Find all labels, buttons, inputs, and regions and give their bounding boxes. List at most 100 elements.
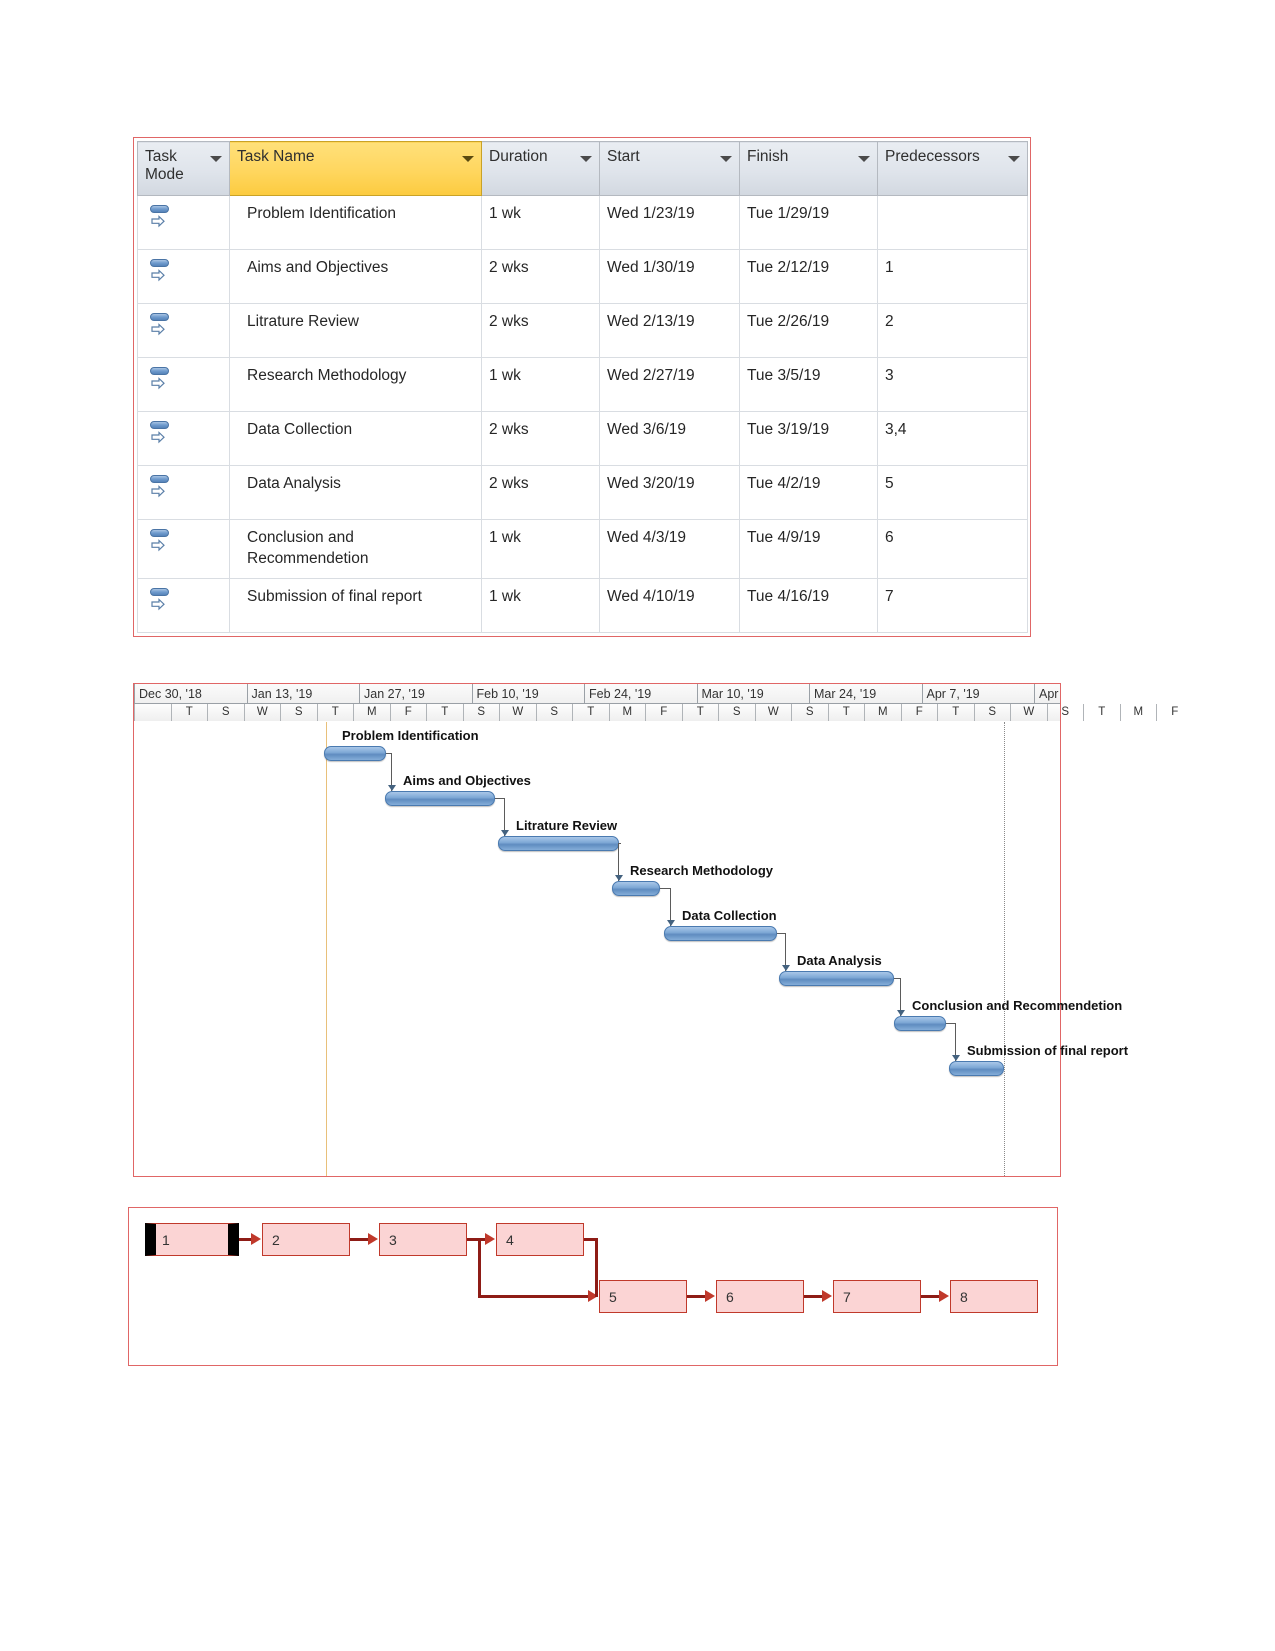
- cell-duration[interactable]: 2 wks: [481, 411, 600, 466]
- cell-duration[interactable]: 1 wk: [481, 578, 600, 633]
- cell-task-mode[interactable]: [137, 465, 230, 520]
- column-header-label: Task Mode: [145, 148, 184, 183]
- cell-duration[interactable]: 1 wk: [481, 519, 600, 579]
- column-header-finish[interactable]: Finish: [739, 141, 878, 196]
- cell-finish[interactable]: Tue 3/19/19: [739, 411, 878, 466]
- cell-finish[interactable]: Tue 4/9/19: [739, 519, 878, 579]
- cell-finish[interactable]: Tue 3/5/19: [739, 357, 878, 412]
- column-header-start[interactable]: Start: [599, 141, 740, 196]
- timescale-week-label: Jan 27, '19: [359, 684, 472, 704]
- timescale-day-label: S: [535, 704, 573, 721]
- gantt-bar[interactable]: [894, 1016, 946, 1031]
- network-node[interactable]: 1: [145, 1223, 239, 1256]
- gantt-bar[interactable]: [664, 926, 777, 941]
- timescale-week-label: Feb 24, '19: [584, 684, 697, 704]
- network-node[interactable]: 5: [599, 1280, 687, 1313]
- table-row[interactable]: Research Methodology 1 wk Wed 2/27/19 Tue 3…: [137, 357, 1028, 412]
- network-node-label: 3: [389, 1232, 397, 1248]
- chevron-down-icon[interactable]: [580, 156, 592, 162]
- cell-predecessors[interactable]: 3: [877, 357, 1028, 412]
- cell-duration[interactable]: 2 wks: [481, 249, 600, 304]
- table-row[interactable]: Data Collection 2 wks Wed 3/6/19 Tue 3/19/1…: [137, 411, 1028, 466]
- column-header-duration[interactable]: Duration: [481, 141, 600, 196]
- gantt-bar[interactable]: [324, 746, 386, 761]
- column-header-task-mode[interactable]: Task Mode: [137, 141, 230, 196]
- cell-task-name[interactable]: Conclusion and Recommendetion: [229, 519, 482, 579]
- network-arrow-icon: [822, 1289, 832, 1302]
- cell-task-name[interactable]: Research Methodology: [229, 357, 482, 412]
- cell-start[interactable]: Wed 3/20/19: [599, 465, 740, 520]
- chevron-down-icon[interactable]: [1008, 156, 1020, 162]
- cell-start[interactable]: Wed 3/6/19: [599, 411, 740, 466]
- gantt-bar[interactable]: [949, 1061, 1004, 1076]
- timescale-day-label: F: [1156, 704, 1193, 721]
- cell-task-mode[interactable]: [137, 195, 230, 250]
- table-row[interactable]: Conclusion and Recommendetion 1 wk Wed 4/3…: [137, 519, 1028, 579]
- cell-finish[interactable]: Tue 1/29/19: [739, 195, 878, 250]
- gantt-bar[interactable]: [385, 791, 495, 806]
- cell-finish[interactable]: Tue 2/26/19: [739, 303, 878, 358]
- table-row[interactable]: Problem Identification 1 wk Wed 1/23/19 Tue…: [137, 195, 1028, 250]
- cell-task-mode[interactable]: [137, 578, 230, 633]
- timescale-day-label: S: [207, 704, 244, 721]
- chevron-down-icon[interactable]: [858, 156, 870, 162]
- table-row[interactable]: Submission of final report 1 wk Wed 4/10/1…: [137, 578, 1028, 633]
- cell-finish[interactable]: Tue 4/16/19: [739, 578, 878, 633]
- cell-predecessors[interactable]: 2: [877, 303, 1028, 358]
- task-name-text: Aims and Objectives: [247, 259, 389, 276]
- cell-predecessors[interactable]: 7: [877, 578, 1028, 633]
- cell-task-name[interactable]: Litrature Review: [229, 303, 482, 358]
- gantt-bar[interactable]: [498, 836, 619, 851]
- gantt-bar[interactable]: [612, 881, 660, 896]
- timescale-day-label: T: [572, 704, 609, 721]
- table-row[interactable]: Litrature Review 2 wks Wed 2/13/19 Tue 2/26…: [137, 303, 1028, 358]
- cell-task-mode[interactable]: [137, 249, 230, 304]
- cell-task-name[interactable]: Problem Identification: [229, 195, 482, 250]
- cell-start[interactable]: Wed 4/10/19: [599, 578, 740, 633]
- timescale-day-label: W: [499, 704, 536, 721]
- cell-task-mode[interactable]: [137, 411, 230, 466]
- cell-task-name[interactable]: Data Analysis: [229, 465, 482, 520]
- network-node[interactable]: 6: [716, 1280, 804, 1313]
- table-row[interactable]: Data Analysis 2 wks Wed 3/20/19 Tue 4/2/19 5: [137, 465, 1028, 520]
- cell-start[interactable]: Wed 2/27/19: [599, 357, 740, 412]
- cell-task-mode[interactable]: [137, 357, 230, 412]
- column-header-label: Start: [607, 148, 640, 165]
- column-header-task-name[interactable]: Task Name: [229, 141, 482, 196]
- cell-task-name[interactable]: Submission of final report: [229, 578, 482, 633]
- network-node[interactable]: 2: [262, 1223, 350, 1256]
- network-node[interactable]: 8: [950, 1280, 1038, 1313]
- chevron-down-icon[interactable]: [720, 156, 732, 162]
- cell-task-name[interactable]: Data Collection: [229, 411, 482, 466]
- gantt-bars-area[interactable]: Problem Identification Aims and Objective…: [134, 722, 1128, 1176]
- cell-task-name[interactable]: Aims and Objectives: [229, 249, 482, 304]
- timescale-day-label: S: [280, 704, 317, 721]
- table-row[interactable]: Aims and Objectives 2 wks Wed 1/30/19 Tue 2…: [137, 249, 1028, 304]
- cell-start[interactable]: Wed 1/23/19: [599, 195, 740, 250]
- chevron-down-icon[interactable]: [210, 156, 222, 162]
- cell-task-mode[interactable]: [137, 303, 230, 358]
- cell-duration[interactable]: 1 wk: [481, 357, 600, 412]
- cell-duration[interactable]: 1 wk: [481, 195, 600, 250]
- cell-task-mode[interactable]: [137, 519, 230, 579]
- network-node[interactable]: 4: [496, 1223, 584, 1256]
- cell-finish[interactable]: Tue 2/12/19: [739, 249, 878, 304]
- network-node[interactable]: 3: [379, 1223, 467, 1256]
- chevron-down-icon[interactable]: [462, 156, 474, 162]
- cell-start[interactable]: Wed 2/13/19: [599, 303, 740, 358]
- cell-predecessors[interactable]: 1: [877, 249, 1028, 304]
- gantt-bar[interactable]: [779, 971, 894, 986]
- cell-predecessors[interactable]: 5: [877, 465, 1028, 520]
- cell-start[interactable]: Wed 4/3/19: [599, 519, 740, 579]
- cell-duration[interactable]: 2 wks: [481, 303, 600, 358]
- table-header-row: Task Mode Task Name Duration Start Finis…: [137, 141, 1028, 196]
- cell-start[interactable]: Wed 1/30/19: [599, 249, 740, 304]
- network-node[interactable]: 7: [833, 1280, 921, 1313]
- column-header-predecessors[interactable]: Predecessors: [877, 141, 1028, 196]
- cell-predecessors[interactable]: [877, 195, 1028, 250]
- cell-predecessors[interactable]: 6: [877, 519, 1028, 579]
- cell-duration[interactable]: 2 wks: [481, 465, 600, 520]
- timescale-day-label: S: [973, 704, 1011, 721]
- cell-finish[interactable]: Tue 4/2/19: [739, 465, 878, 520]
- cell-predecessors[interactable]: 3,4: [877, 411, 1028, 466]
